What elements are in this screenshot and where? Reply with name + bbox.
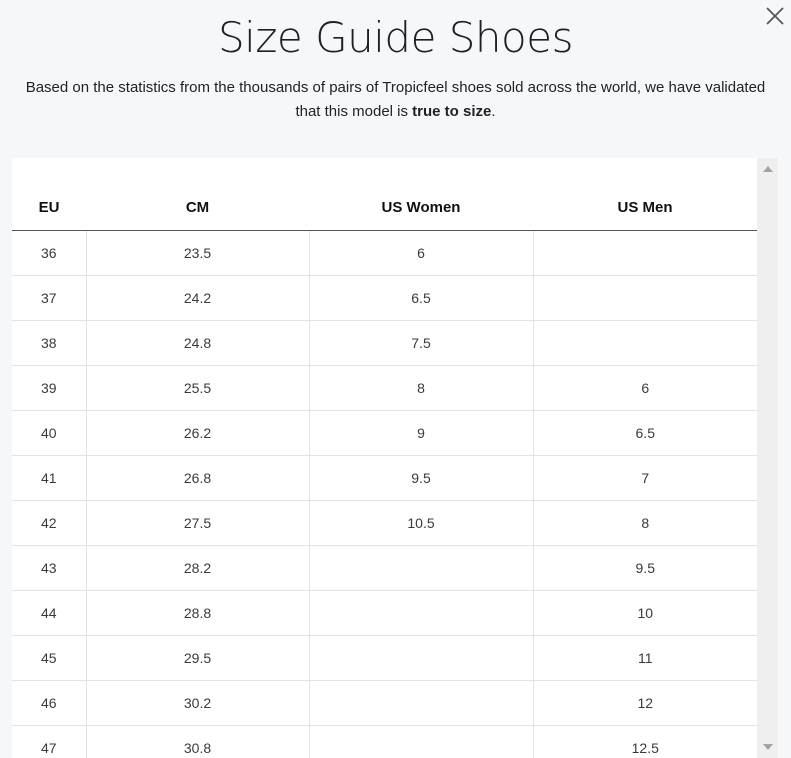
cell-us-women: 9 [309, 410, 534, 456]
cell-us-men: 9.5 [533, 545, 757, 591]
size-table-container: EU CM US Women US Men 36 23.5 6 37 24.2 6.5 38… [12, 158, 757, 758]
cell-us-men [533, 275, 757, 321]
table-row: 37 24.2 6.5 [12, 275, 757, 321]
cell-us-men: 11 [533, 635, 757, 681]
table-row: 42 27.5 10.5 8 [12, 500, 757, 546]
cell-cm: 27.5 [86, 500, 310, 546]
table-row: 38 24.8 7.5 [12, 320, 757, 366]
cell-cm: 26.8 [86, 455, 310, 501]
cell-cm: 24.8 [86, 320, 310, 366]
scroll-down-arrow-icon[interactable] [763, 744, 773, 750]
cell-eu: 38 [12, 320, 87, 366]
cell-us-men: 10 [533, 590, 757, 636]
cell-us-women [309, 545, 534, 591]
table-body: 36 23.5 6 37 24.2 6.5 38 24.8 7.5 39 25.5 8 6 40 26.2 9… [12, 230, 757, 758]
cell-us-men: 12 [533, 680, 757, 726]
cell-cm: 28.2 [86, 545, 310, 591]
cell-eu: 44 [12, 590, 87, 636]
cell-us-women: 6 [309, 230, 534, 276]
cell-us-women: 10.5 [309, 500, 534, 546]
cell-us-women: 8 [309, 365, 534, 411]
cell-eu: 42 [12, 500, 87, 546]
cell-us-women: 6.5 [309, 275, 534, 321]
cell-eu: 40 [12, 410, 87, 456]
cell-us-women: 7.5 [309, 320, 534, 366]
cell-us-men: 12.5 [533, 725, 757, 758]
cell-cm: 25.5 [86, 365, 310, 411]
cell-us-men: 7 [533, 455, 757, 501]
table-row: 44 28.8 10 [12, 590, 757, 636]
cell-us-women [309, 725, 534, 758]
table-header-row: EU CM US Women US Men [12, 158, 757, 231]
column-header-us-men: US Men [533, 158, 757, 231]
cell-cm: 28.8 [86, 590, 310, 636]
table-row: 43 28.2 9.5 [12, 545, 757, 591]
table-row: 36 23.5 6 [12, 230, 757, 276]
table-row: 45 29.5 11 [12, 635, 757, 681]
table-row: 47 30.8 12.5 [12, 725, 757, 758]
cell-us-men: 8 [533, 500, 757, 546]
cell-cm: 29.5 [86, 635, 310, 681]
cell-eu: 41 [12, 455, 87, 501]
table-row: 39 25.5 8 6 [12, 365, 757, 411]
intro-text: Based on the statistics from the thousan… [12, 76, 779, 124]
table-row: 40 26.2 9 6.5 [12, 410, 757, 456]
cell-cm: 30.8 [86, 725, 310, 758]
cell-cm: 23.5 [86, 230, 310, 276]
cell-eu: 39 [12, 365, 87, 411]
table-row: 46 30.2 12 [12, 680, 757, 726]
cell-cm: 26.2 [86, 410, 310, 456]
cell-cm: 24.2 [86, 275, 310, 321]
cell-us-men: 6.5 [533, 410, 757, 456]
cell-us-women: 9.5 [309, 455, 534, 501]
cell-us-men [533, 230, 757, 276]
cell-eu: 37 [12, 275, 87, 321]
size-table: EU CM US Women US Men 36 23.5 6 37 24.2 6.5 38… [12, 158, 757, 758]
scroll-up-arrow-icon[interactable] [763, 166, 773, 172]
cell-us-men: 6 [533, 365, 757, 411]
table-row: 41 26.8 9.5 7 [12, 455, 757, 501]
cell-us-men [533, 320, 757, 366]
true-to-size-text: true to size [412, 103, 492, 120]
cell-eu: 46 [12, 680, 87, 726]
size-guide-modal: Size Guide Shoes Based on the statistics… [0, 0, 791, 758]
cell-eu: 43 [12, 545, 87, 591]
column-header-cm: CM [86, 158, 309, 231]
cell-eu: 36 [12, 230, 87, 276]
cell-eu: 47 [12, 725, 87, 758]
cell-us-women [309, 635, 534, 681]
column-header-eu: EU [12, 158, 86, 231]
cell-us-women [309, 590, 534, 636]
page-title: Size Guide Shoes [218, 13, 573, 62]
intro-text-prefix: Based on the statistics from the thousan… [25, 79, 766, 120]
vertical-scrollbar[interactable] [757, 158, 778, 758]
cell-us-women [309, 680, 534, 726]
cell-eu: 45 [12, 635, 87, 681]
column-header-us-women: US Women [309, 158, 533, 231]
cell-cm: 30.2 [86, 680, 310, 726]
intro-text-suffix: . [491, 103, 496, 120]
